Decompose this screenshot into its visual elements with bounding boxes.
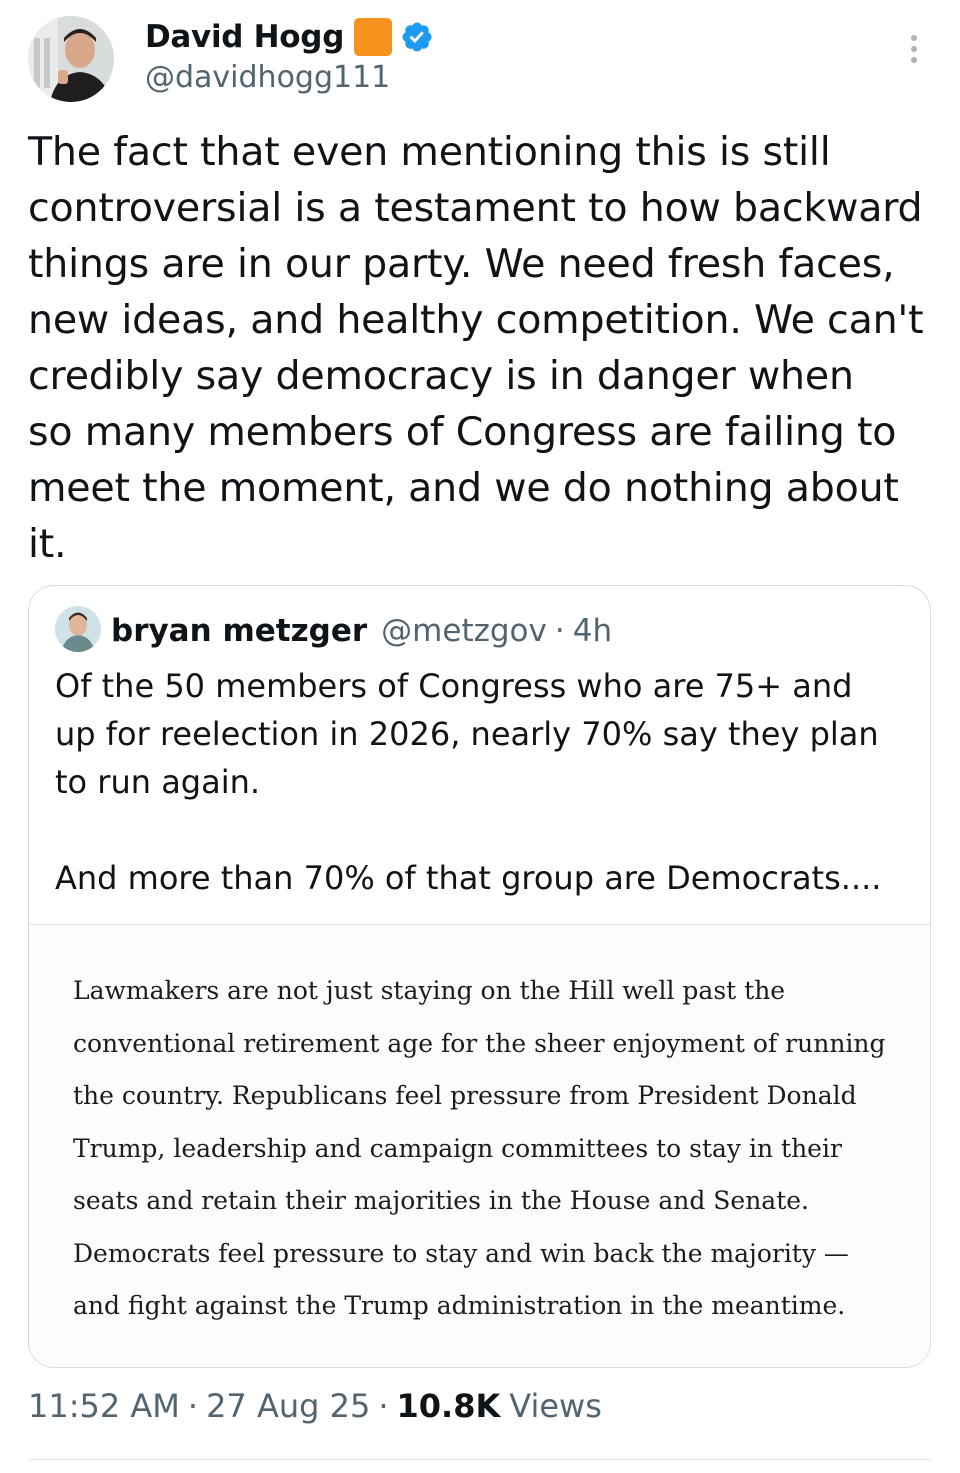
author-avatar-image xyxy=(28,16,114,102)
tweet-text-line: so many members of Congress are failing … xyxy=(28,409,897,455)
quoted-text-line: And more than 70% of that group are Demo… xyxy=(55,859,882,897)
tweet-meta: 11:52 AM · 27 Aug 25 · 10.8K Views xyxy=(28,1387,602,1425)
quoted-author-avatar[interactable] xyxy=(55,606,101,652)
more-vertical-icon[interactable] xyxy=(902,32,926,68)
author-handle[interactable]: @davidhogg111 xyxy=(145,60,390,95)
orange-square-badge-icon xyxy=(354,18,393,56)
quoted-tweet-time[interactable]: 4h xyxy=(573,613,612,649)
views-label: Views xyxy=(509,1387,602,1425)
quoted-tweet-header: bryan metzger @metzgov · 4h xyxy=(111,608,612,654)
quoted-author-avatar-image xyxy=(55,606,101,652)
verified-badge-icon xyxy=(402,22,432,52)
excerpt-line: Lawmakers are not just staying on the Hi… xyxy=(73,976,786,1005)
author-name-row: David Hogg xyxy=(145,14,434,60)
tweet-text-line: credibly say democracy is in danger when xyxy=(28,353,854,399)
excerpt-line: conventional retirement age for the shee… xyxy=(73,1028,886,1058)
tweet-time[interactable]: 11:52 AM xyxy=(28,1387,180,1425)
quoted-text-line: Of the 50 members of Congress who are 75… xyxy=(55,667,853,705)
tweet-text-line: new ideas, and healthy competition. We c… xyxy=(28,297,924,343)
tweet-text-line: The fact that even mentioning this is st… xyxy=(28,129,831,175)
separator-dot: · xyxy=(378,1387,389,1425)
tweet-text: The fact that even mentioning this is st… xyxy=(28,124,938,572)
excerpt-line: seats and retain their majorities in the… xyxy=(73,1186,809,1215)
quoted-text-line: up for reelection in 2026, nearly 70% sa… xyxy=(55,715,879,753)
quoted-tweet-card[interactable]: bryan metzger @metzgov · 4h Of the 50 me… xyxy=(28,585,931,1368)
quoted-tweet-text: Of the 50 members of Congress who are 75… xyxy=(55,662,915,902)
excerpt-line: the country. Republicans feel pressure f… xyxy=(73,1081,857,1110)
tweet-text-line: it. xyxy=(28,521,67,567)
quoted-author-handle[interactable]: @metzgov xyxy=(381,613,547,649)
tweet-text-line: things are in our party. We need fresh f… xyxy=(28,241,895,287)
excerpt-line: and fight against the Trump administrati… xyxy=(73,1291,846,1320)
divider xyxy=(28,1459,931,1460)
excerpt-line: Democrats feel pressure to stay and win … xyxy=(73,1238,849,1268)
author-avatar[interactable] xyxy=(28,16,114,102)
tweet-date[interactable]: 27 Aug 25 xyxy=(206,1387,370,1425)
quoted-tweet-image[interactable]: Lawmakers are not just staying on the Hi… xyxy=(29,924,930,1367)
quoted-author-name[interactable]: bryan metzger xyxy=(111,613,367,649)
separator-dot: · xyxy=(187,1387,199,1425)
author-display-name[interactable]: David Hogg xyxy=(145,19,344,55)
excerpt-line: Trump, leadership and campaign committee… xyxy=(73,1133,842,1163)
separator-dot: · xyxy=(554,613,565,649)
article-excerpt: Lawmakers are not just staying on the Hi… xyxy=(73,965,903,1333)
quoted-text-line: to run again. xyxy=(55,763,261,801)
tweet-text-line: meet the moment, and we do nothing about xyxy=(28,465,899,511)
views-count[interactable]: 10.8K xyxy=(397,1387,501,1425)
tweet-text-line: controversial is a testament to how back… xyxy=(28,185,923,231)
